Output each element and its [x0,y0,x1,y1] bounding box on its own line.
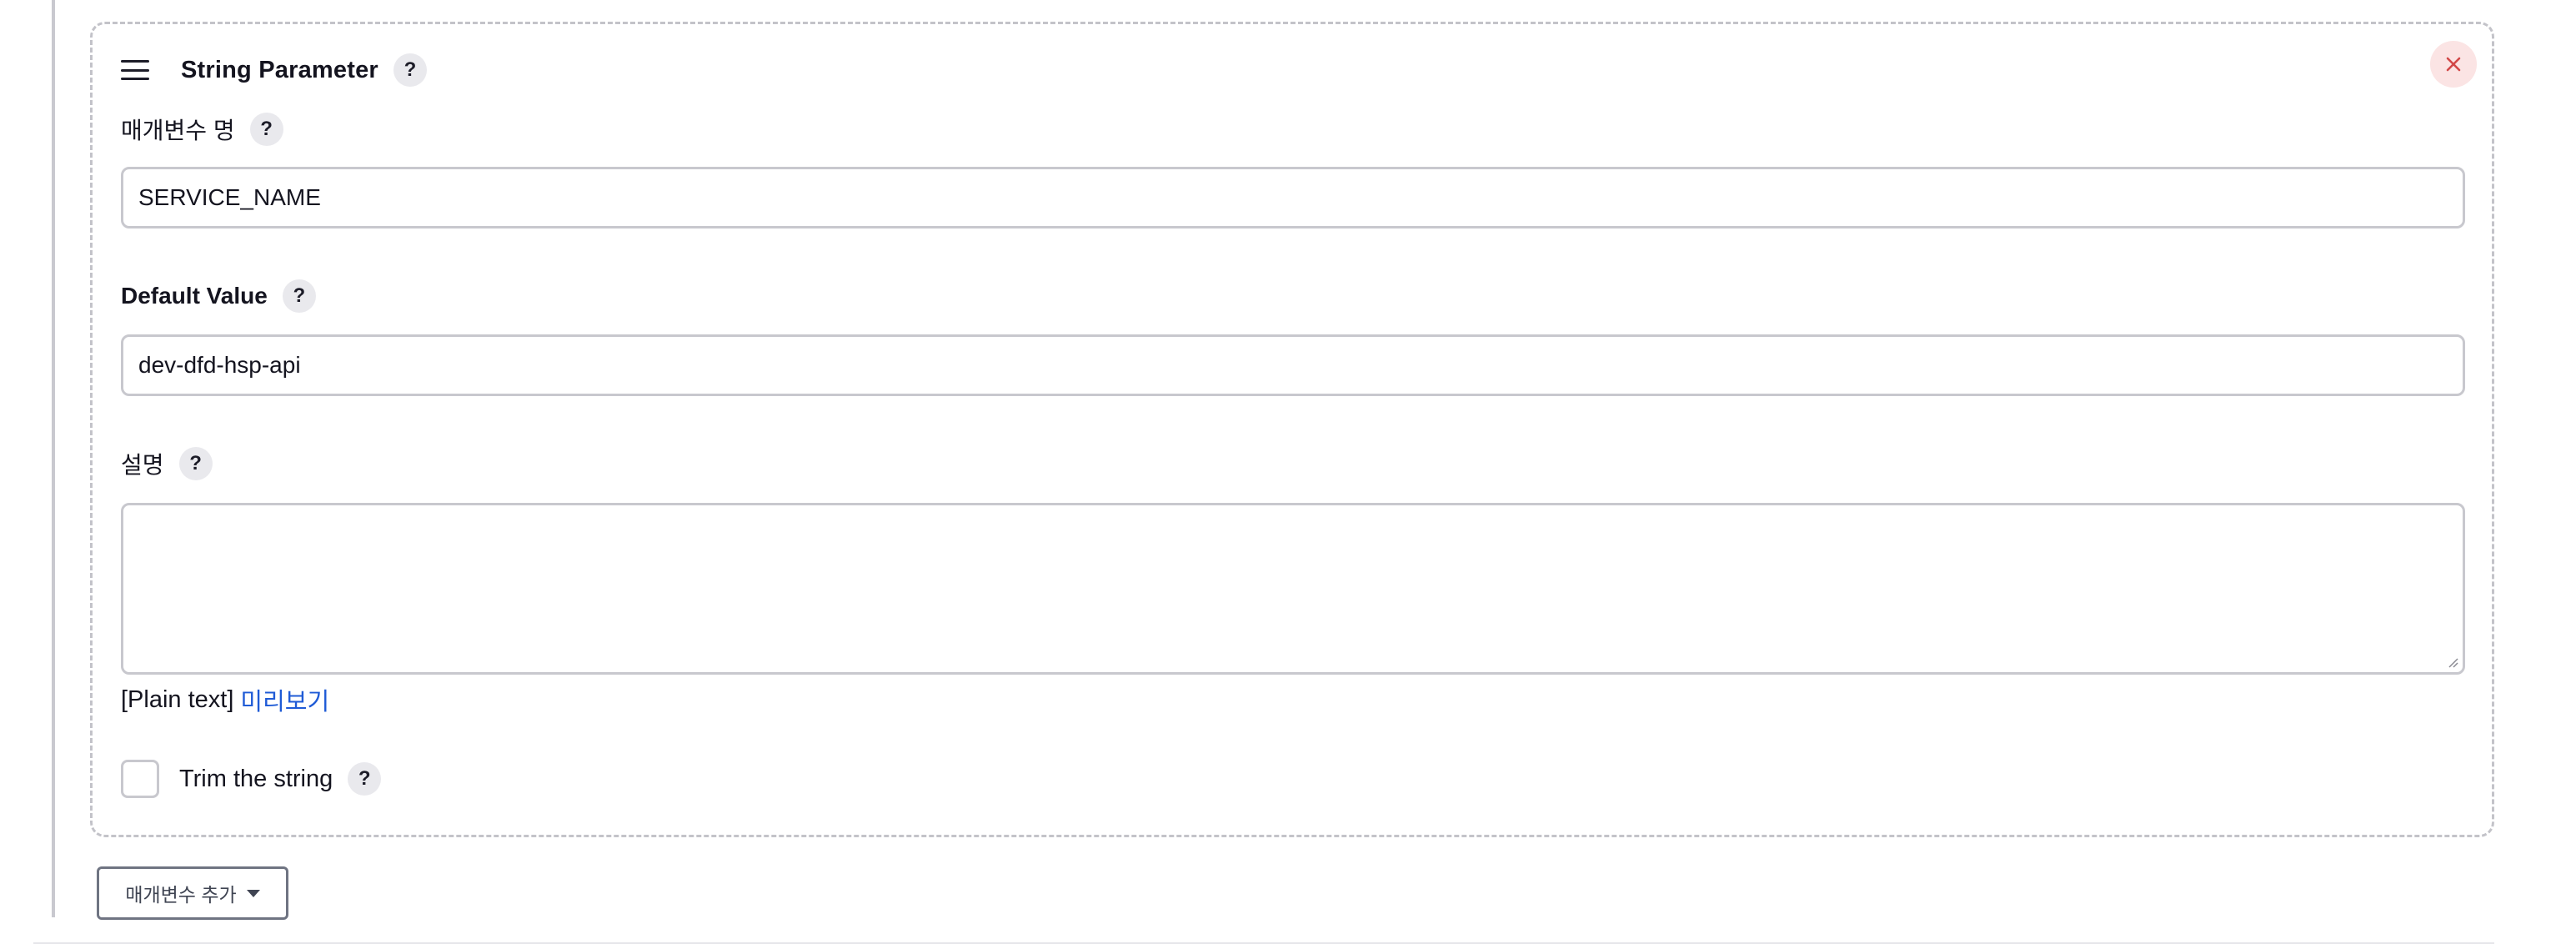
trim-string-checkbox[interactable] [121,760,159,798]
string-parameter-block: String Parameter ? 매개변수 명 ? SERVICE_NAME… [90,22,2494,837]
description-label: 설명 ? [121,445,213,482]
preview-link[interactable]: 미리보기 [240,682,329,717]
block-title: String Parameter [181,56,378,83]
help-icon[interactable]: ? [249,113,283,146]
name-input[interactable]: SERVICE_NAME [121,167,2465,228]
close-icon [2446,57,2461,72]
delete-parameter-button[interactable] [2430,41,2477,88]
add-parameter-label: 매개변수 추가 [125,884,237,906]
caret-down-icon [246,889,260,897]
help-icon[interactable]: ? [348,762,382,796]
markup-format-line: [Plain text] 미리보기 [121,683,329,716]
section-left-border [52,0,55,917]
help-icon[interactable]: ? [178,447,213,480]
block-header: String Parameter ? [121,49,427,91]
name-field-label: 매개변수 명 ? [121,111,283,148]
default-value-label: Default Value ? [121,278,316,314]
trim-string-label[interactable]: Trim the string [179,766,333,793]
description-label-text: 설명 [121,452,164,478]
help-icon[interactable]: ? [282,279,316,313]
help-icon[interactable]: ? [393,53,427,87]
description-textarea[interactable] [121,503,2465,675]
default-value-input[interactable]: dev-dfd-hsp-api [121,334,2465,396]
drag-handle-icon[interactable] [121,60,149,80]
name-label-text: 매개변수 명 [121,118,235,143]
add-parameter-button[interactable]: 매개변수 추가 [97,866,288,920]
default-value-label-text: Default Value [121,283,268,309]
trim-string-row: Trim the string ? [121,760,382,798]
markup-format-text: [Plain text] [121,685,234,713]
resize-grip-icon[interactable] [2448,657,2459,669]
